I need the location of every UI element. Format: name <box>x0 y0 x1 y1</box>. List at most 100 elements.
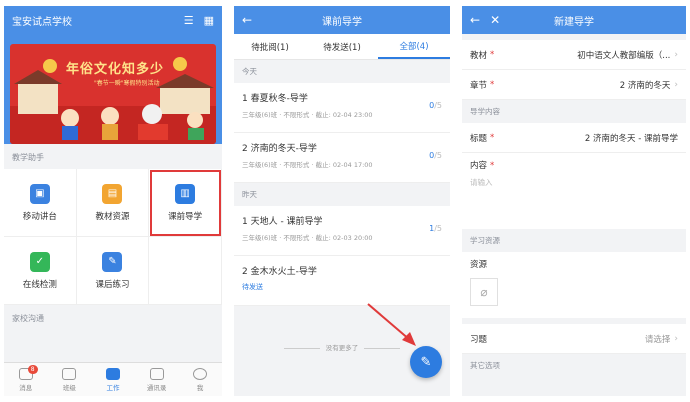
exercise-icon: ✎ <box>102 251 123 272</box>
page-title: 课前导学 <box>322 16 362 28</box>
book-icon: ▤ <box>102 183 123 204</box>
chevron-right-icon: › <box>674 49 678 60</box>
tile-mobile-podium[interactable]: ▣ 移动讲台 <box>4 169 77 237</box>
item-name: 2 济南的冬天-导学 <box>242 144 317 154</box>
content-placeholder: 请输入 <box>470 178 493 187</box>
stage: 宝安试点学校 ☰ ▦ 年俗文化知多少 "春节一瞬"寒假特别活动 教学助手 ▣ 移… <box>0 0 690 402</box>
pencil-icon: ✎ <box>420 354 432 370</box>
tile-online-test[interactable]: ✓ 在线检测 <box>4 237 77 305</box>
tile-preclass-guide[interactable]: ▥ 课前导学 <box>149 169 222 237</box>
list-item[interactable]: 2 济南的冬天-导学 三年级(6)班 · 不限形式 · 截止: 02-04 17… <box>234 133 450 183</box>
day-label-yesterday: 昨天 <box>242 190 257 199</box>
submission-count: 0/5 <box>429 101 442 110</box>
item-meta: 三年级(6)班 · 不限形式 · 截止: 02-04 17:00 <box>242 161 373 169</box>
check-icon: ✓ <box>29 251 50 272</box>
field-label: 资源 <box>470 260 488 270</box>
scan-grid-icon[interactable]: ▦ <box>204 14 214 27</box>
day-label-today: 今天 <box>242 67 257 76</box>
title-row[interactable]: 标题 * 2 济南的冬天 - 课前导学 <box>462 123 686 153</box>
tile-label: 课后练习 <box>95 279 130 290</box>
tab-work[interactable]: 工作 <box>91 363 135 396</box>
tab-pending-review[interactable]: 待批阅(1) <box>234 34 306 59</box>
tab-pending-send[interactable]: 待发送(1) <box>306 34 378 59</box>
list-item[interactable]: 2 金木水火土-导学 待发送 <box>234 256 450 306</box>
required-mark: * <box>490 161 495 171</box>
tile-label: 教材资源 <box>95 211 130 222</box>
section-home-school-label: 家校沟通 <box>12 314 44 323</box>
chapter-row[interactable]: 章节 * 2 济南的冬天 › <box>462 70 686 100</box>
list-item[interactable]: 1 春夏秋冬-导学 三年级(6)班 · 不限形式 · 截止: 02-04 23:… <box>234 83 450 133</box>
field-label: 内容 <box>470 161 488 171</box>
content-field[interactable]: 内容 * 请输入 <box>462 153 686 229</box>
bottom-tabbar: 8 消息 班级 工作 通讯录 我 <box>4 362 222 396</box>
banner-area: 年俗文化知多少 "春节一瞬"寒假特别活动 <box>4 34 222 144</box>
close-icon[interactable]: ✕ <box>490 13 500 27</box>
item-name: 1 天地人 - 课前导学 <box>242 217 323 227</box>
tab-contacts[interactable]: 通讯录 <box>135 363 179 396</box>
tab-label: 消息 <box>19 383 33 392</box>
tab-label: 工作 <box>106 383 120 392</box>
item-meta: 三年级(6)班 · 不限形式 · 截止: 02-04 23:00 <box>242 111 373 119</box>
guide-list-header: ← 课前导学 <box>234 6 450 34</box>
tab-label: 我 <box>196 383 204 392</box>
new-guide-header: ← ✕ 新建导学 <box>462 6 686 34</box>
guide-list-screen: ← 课前导学 待批阅(1) 待发送(1) 全部(4) 今天 1 春夏秋冬-导学 … <box>234 6 450 396</box>
guide-icon: ▥ <box>175 183 196 204</box>
person-icon <box>193 367 208 380</box>
teaching-tiles: ▣ 移动讲台 ▤ 教材资源 ▥ 课前导学 ✓ 在线检测 ✎ 课后练习 <box>4 169 222 305</box>
back-arrow-icon[interactable]: ← <box>470 13 480 27</box>
field-label: 习题 <box>470 334 488 345</box>
settings-sliders-icon[interactable]: ☰ <box>184 14 194 27</box>
create-guide-button[interactable]: ✎ <box>410 346 442 378</box>
school-name: 宝安试点学校 <box>12 16 72 28</box>
group-label-other: 其它选项 <box>470 361 500 370</box>
chapter-value: 2 济南的冬天 <box>619 80 671 91</box>
tile-empty <box>149 237 222 305</box>
tile-label: 课前导学 <box>168 211 203 222</box>
tab-all[interactable]: 全部(4) <box>378 34 450 59</box>
field-label: 标题 <box>470 133 488 144</box>
back-arrow-icon[interactable]: ← <box>242 6 252 34</box>
status-badge: 待发送 <box>242 283 263 291</box>
filter-tabs: 待批阅(1) 待发送(1) 全部(4) <box>234 34 450 60</box>
item-meta: 三年级(6)班 · 不限形式 · 截止: 02-03 20:00 <box>242 234 373 242</box>
submission-count: 0/5 <box>429 151 442 160</box>
unread-badge: 8 <box>27 365 38 374</box>
group-label-resources: 学习资源 <box>470 236 500 245</box>
banner-subtitle: "春节一瞬"寒假特别活动 <box>94 80 160 87</box>
podium-icon: ▣ <box>29 183 50 204</box>
exercise-value: 请选择 <box>644 334 671 345</box>
title-value[interactable]: 2 济南的冬天 - 课前导学 <box>494 132 678 144</box>
exercise-row[interactable]: 习题 请选择 › <box>462 324 686 354</box>
home-screen: 宝安试点学校 ☰ ▦ 年俗文化知多少 "春节一瞬"寒假特别活动 教学助手 ▣ 移… <box>4 6 222 396</box>
tile-textbook-resources[interactable]: ▤ 教材资源 <box>76 169 150 237</box>
paperclip-icon[interactable]: ⌀ <box>470 278 498 306</box>
section-teaching-label: 教学助手 <box>12 153 44 162</box>
tile-label: 在线检测 <box>22 279 57 290</box>
resource-field: 资源 ⌀ <box>462 252 686 318</box>
field-label: 教材 <box>470 50 488 61</box>
textbook-row[interactable]: 教材 * 初中语文人教部编版（... › <box>462 40 686 70</box>
field-label: 章节 <box>470 80 488 91</box>
chevron-right-icon: › <box>674 333 678 344</box>
textbook-value: 初中语文人教部编版（... <box>577 50 671 61</box>
tab-messages[interactable]: 8 消息 <box>4 363 48 396</box>
submission-count: 1/5 <box>429 224 442 233</box>
group-label-content: 导学内容 <box>470 107 500 116</box>
tab-label: 班级 <box>62 383 76 392</box>
tile-homework[interactable]: ✎ 课后练习 <box>76 237 150 305</box>
item-name: 2 金木水火土-导学 <box>242 267 317 277</box>
chevron-right-icon: › <box>674 79 678 90</box>
tab-class[interactable]: 班级 <box>48 363 92 396</box>
grid-icon <box>105 367 120 380</box>
nav-controls: ← ✕ <box>470 6 500 34</box>
banner[interactable]: 年俗文化知多少 "春节一瞬"寒假特别活动 <box>10 44 216 144</box>
list-item[interactable]: 1 天地人 - 课前导学 三年级(6)班 · 不限形式 · 截止: 02-03 … <box>234 206 450 256</box>
contacts-icon <box>149 367 164 380</box>
house-icon <box>62 367 77 380</box>
banner-title: 年俗文化知多少 <box>66 62 165 77</box>
red-arrow-annotation <box>367 303 416 346</box>
tab-label: 通讯录 <box>146 383 167 392</box>
home-header: 宝安试点学校 ☰ ▦ <box>4 6 222 34</box>
tab-me[interactable]: 我 <box>178 363 222 396</box>
